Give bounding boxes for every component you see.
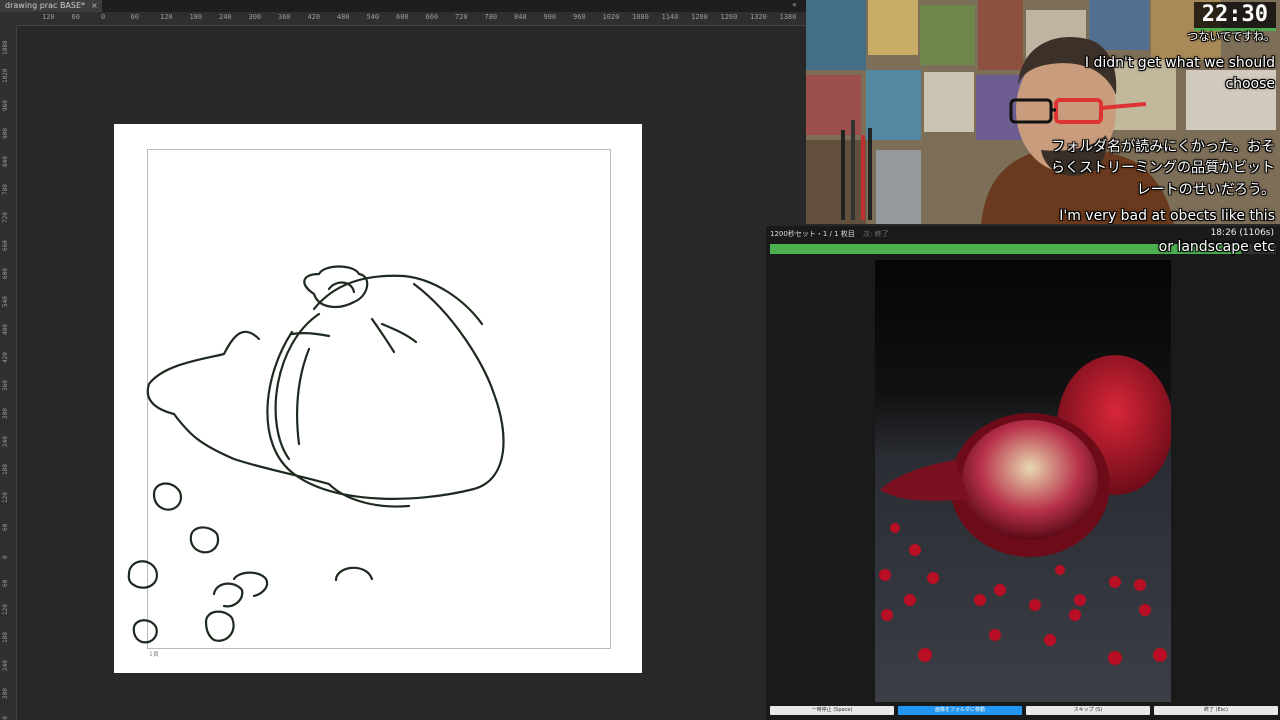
page-label: 1頁 (149, 651, 159, 658)
session-info-text: 1200秒セット・1 / 1 枚目 (770, 230, 855, 238)
ruler-tick-label: 0 (101, 13, 106, 21)
stroke-inner-2 (295, 347, 311, 446)
ruler-tick-label: 480 (337, 13, 350, 21)
ruler-tick-label: 240 (219, 13, 232, 21)
ruler-tick-label: 600 (396, 13, 409, 21)
subtitle-en-3: or landscape etc (1158, 239, 1275, 255)
document-tab-title: drawing prac BASE* (5, 1, 86, 10)
stroke-seed-2 (189, 526, 220, 554)
ruler-tick-label: 660 (2, 240, 9, 251)
ruler-tick-label: 780 (484, 13, 498, 21)
ruler-tick-label: 1020 (2, 68, 9, 83)
ruler-tick-label: 60 (71, 13, 80, 21)
vertical-ruler: 1080 1020 960 900 840 780 720 660 600 540 480 420 36… (0, 25, 17, 720)
ruler-tick-label: 420 (307, 13, 321, 21)
skip-button[interactable]: スキップ (S) (1026, 706, 1150, 715)
ruler-tick-label: 60 (2, 579, 9, 587)
ruler-tick-label: 900 (2, 128, 9, 139)
stroke-crown (303, 265, 369, 309)
ruler-tick-label: 1080 (632, 13, 649, 21)
pause-button[interactable]: 一時停止 (Space) (770, 706, 894, 715)
ruler-tick-label: 300 (2, 408, 9, 419)
subtitle-en-2: I'm very bad at obects like this (1059, 208, 1275, 224)
ruler-tick-label: 540 (366, 13, 380, 21)
stroke-seed-7 (204, 610, 235, 642)
stream-clock: 22:30 (1193, 2, 1276, 31)
document-tab[interactable]: drawing prac BASE* × (0, 0, 102, 12)
subtitle-jp-1: フォルダ名が読みにくかった。おそ (1051, 139, 1275, 155)
subtitle-en-1a: I didn't get what we should (1084, 55, 1275, 71)
subtitle-en-1b: choose (1225, 76, 1275, 92)
stroke-seed-1 (152, 482, 182, 511)
ruler-tick-label: 120 (160, 13, 173, 21)
ruler-tick-label: 900 (543, 13, 557, 21)
ruler-tick-label: 360 (2, 380, 9, 391)
ruler-tick-label: 240 (2, 660, 9, 671)
ruler-tick-label: 120 (2, 604, 9, 615)
ruler-tick-label: 1020 (602, 13, 620, 21)
ruler-tick-label: 180 (2, 464, 9, 475)
move-image-button[interactable]: 画像をフォルダに移動 (898, 706, 1022, 715)
collapse-icon[interactable]: « (792, 0, 797, 10)
pomegranate-photo (875, 260, 1171, 702)
stroke-seed-6 (232, 571, 269, 598)
webcam-feed: 22:30 つないでですね。 I didn't get what we shou… (806, 0, 1280, 224)
ruler-tick-label: 240 (2, 436, 9, 447)
artboard[interactable]: 1頁 (114, 124, 642, 673)
document-tab-bar: drawing prac BASE* × « (0, 0, 806, 12)
stroke-seed-3 (127, 560, 158, 589)
ruler-tick-label: 480 (2, 324, 9, 335)
subtitle-jp-top: つないでですね。 (1187, 30, 1275, 43)
reference-timer-panel: 1200秒セット・1 / 1 枚目 次: 終了 18:26 (1106s) 一時… (766, 226, 1280, 720)
ruler-tick-label: 300 (2, 688, 9, 699)
ruler-tick-label: 1200 (691, 13, 708, 21)
ruler-tick-label: 540 (2, 296, 9, 307)
close-icon[interactable]: × (91, 0, 98, 12)
horizontal-ruler: 120 60 0 60 120 180 240 300 360 420 480 540 600 660 72… (0, 12, 806, 26)
subtitle-jp-2: らくストリーミングの品質かビット (1051, 160, 1275, 176)
ruler-tick-label: 1080 (2, 40, 9, 55)
ruler-tick-label: 960 (2, 100, 9, 111)
end-button[interactable]: 終了 (Esc) (1154, 706, 1278, 715)
ruler-tick-label: 720 (2, 212, 9, 223)
ruler-tick-label: 180 (2, 632, 9, 643)
time-remaining: 18:26 (1106s) (1210, 228, 1274, 238)
ruler-tick-label: 960 (573, 13, 586, 21)
reference-photo (875, 260, 1171, 702)
ruler-tick-label: 840 (2, 156, 9, 167)
ruler-tick-label: 780 (2, 184, 9, 195)
ruler-tick-label: 1140 (661, 13, 679, 21)
ruler-tick-label: 300 (248, 13, 262, 21)
ruler-tick-label: 120 (2, 492, 9, 503)
stroke-seed-8 (132, 619, 158, 644)
ruler-tick-label: 660 (425, 13, 439, 21)
ruler-tick-label: 360 (2, 716, 9, 720)
ruler-tick-label: 1260 (720, 13, 738, 21)
ruler-tick-label: 120 (42, 13, 55, 21)
ruler-tick-label: 420 (2, 352, 9, 363)
ruler-tick-label: 0 (2, 555, 9, 559)
ruler-tick-label: 60 (130, 13, 139, 21)
subtitle-jp-3: レートのせいだろう。 (1136, 182, 1275, 198)
next-mode-label: 次: 終了 (863, 230, 889, 238)
stroke-seed-4 (334, 566, 374, 582)
ruler-tick-label: 360 (278, 13, 291, 21)
sketch-strokes (127, 265, 505, 644)
canvas-area[interactable]: 1頁 (17, 26, 806, 720)
session-info: 1200秒セット・1 / 1 枚目 次: 終了 (770, 229, 889, 239)
ruler-tick-label: 840 (514, 13, 527, 21)
stroke-fruit-body (266, 282, 505, 500)
ruler-tick-label: 180 (189, 13, 203, 21)
ruler-tick-label: 60 (2, 523, 9, 531)
ruler-tick-label: 600 (2, 268, 9, 279)
ruler-tick-label: 1320 (750, 13, 767, 21)
ruler-tick-label: 1380 (779, 13, 797, 21)
stroke-seed-5 (212, 582, 244, 608)
timer-button-row: 一時停止 (Space) 画像をフォルダに移動 スキップ (S) 終了 (Esc… (770, 706, 1278, 716)
ruler-tick-label: 720 (455, 13, 468, 21)
